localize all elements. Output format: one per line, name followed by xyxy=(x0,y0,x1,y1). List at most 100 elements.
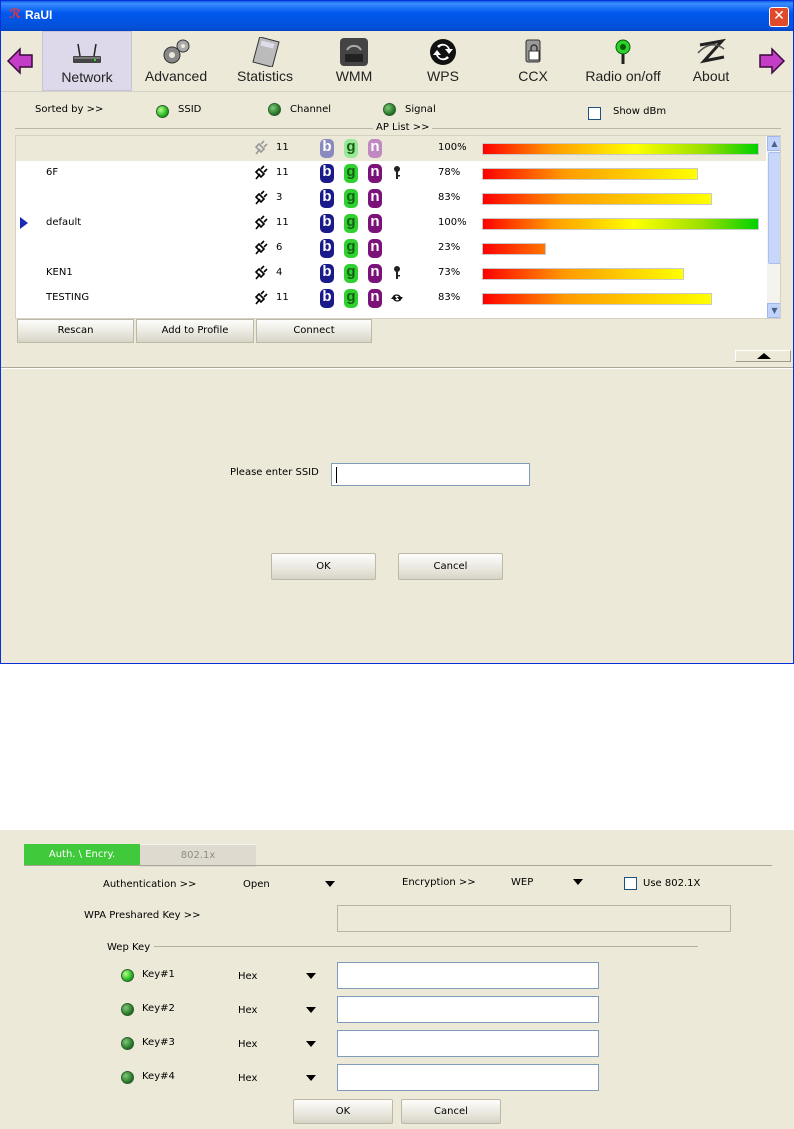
channel-plug-icon xyxy=(254,165,268,180)
ap-signal-bar xyxy=(482,243,546,255)
ap-signal-percent: 73% xyxy=(438,267,461,278)
toolbar-advanced[interactable]: Advanced xyxy=(132,31,220,91)
ap-channel: 11 xyxy=(276,142,289,153)
router-icon xyxy=(73,43,101,63)
wep-key-input[interactable] xyxy=(337,1030,599,1057)
collapse-button[interactable] xyxy=(735,350,791,362)
ok-button[interactable]: OK xyxy=(271,553,376,580)
rescan-button[interactable]: Rescan xyxy=(17,319,134,343)
use-8021x-checkbox[interactable] xyxy=(624,877,637,890)
ap-signal-percent: 100% xyxy=(438,217,467,228)
ssid-entry-label: Please enter SSID xyxy=(230,467,319,478)
authentication-dropdown-arrow-icon[interactable] xyxy=(325,881,335,887)
gears-icon xyxy=(163,39,190,64)
scroll-up-icon[interactable]: ▲ xyxy=(767,136,780,151)
wep-key-format-dropdown-arrow-icon[interactable] xyxy=(306,1041,316,1047)
wep-key-radio[interactable] xyxy=(121,1003,134,1016)
wep-key-input[interactable] xyxy=(337,1064,599,1091)
add-to-profile-button[interactable]: Add to Profile xyxy=(136,319,254,343)
mode-b-icon: b xyxy=(320,264,334,283)
close-button[interactable]: ✕ xyxy=(769,7,789,27)
mode-b-icon: b xyxy=(320,139,334,158)
toolbar-ccx[interactable]: CCX xyxy=(488,31,578,91)
toolbar-label: Statistics xyxy=(236,68,293,84)
wep-key-radio[interactable] xyxy=(121,969,134,982)
wps-icon xyxy=(430,39,456,65)
ap-ssid: default xyxy=(46,217,82,228)
toolbar-label: Radio on/off xyxy=(585,68,661,84)
sort-ssid-label: SSID xyxy=(178,104,202,115)
sort-signal-label: Signal xyxy=(405,104,436,115)
ap-row[interactable]: default 11 b g n 100% xyxy=(16,211,766,236)
toolbar-label: About xyxy=(692,68,730,84)
scroll-thumb[interactable] xyxy=(768,152,780,264)
wep-key-radio[interactable] xyxy=(121,1071,134,1084)
ssid-input[interactable] xyxy=(331,463,530,486)
ap-signal-bar xyxy=(482,193,712,205)
encryption-value[interactable]: WEP xyxy=(511,877,533,888)
ap-channel: 4 xyxy=(276,267,283,278)
wep-key-format-dropdown-arrow-icon[interactable] xyxy=(306,973,316,979)
ap-row[interactable]: TESTING 11 b g n 83% xyxy=(16,286,766,311)
sort-ssid-radio[interactable] xyxy=(156,105,169,118)
ap-row[interactable]: 6F 11 b g n 78% xyxy=(16,161,766,186)
wep-key-format-dropdown-arrow-icon[interactable] xyxy=(306,1075,316,1081)
divider xyxy=(1,368,793,369)
forward-arrow-icon[interactable] xyxy=(758,47,786,75)
title-bar[interactable]: ℛ RaUI ✕ xyxy=(1,1,793,31)
ap-row[interactable]: 11 b g n 100% xyxy=(16,136,766,161)
key-lock-icon xyxy=(394,266,400,279)
toolbar-statistics[interactable]: Statistics xyxy=(220,31,310,91)
channel-plug-icon xyxy=(254,240,268,255)
toolbar-label: Network xyxy=(61,69,113,85)
scroll-down-icon[interactable]: ▼ xyxy=(767,303,780,318)
encryption-dropdown-arrow-icon[interactable] xyxy=(573,879,583,885)
ap-list-scrollbar[interactable]: ▲ ▼ xyxy=(767,136,780,318)
wep-key-format-dropdown-arrow-icon[interactable] xyxy=(306,1007,316,1013)
mode-g-icon: g xyxy=(344,214,358,233)
mode-b-icon: b xyxy=(320,189,334,208)
ap-row[interactable]: 3 b g n 83% xyxy=(16,186,766,211)
ap-list-label: AP List >> xyxy=(373,122,433,133)
toolbar-radio-onoff[interactable]: Radio on/off xyxy=(578,31,668,91)
sort-signal-radio[interactable] xyxy=(383,103,396,116)
wep-key-format[interactable]: Hex xyxy=(238,1005,257,1016)
back-arrow-icon[interactable] xyxy=(6,47,34,75)
qos-icon xyxy=(340,38,368,66)
security-cancel-button[interactable]: Cancel xyxy=(401,1099,501,1124)
ap-channel: 3 xyxy=(276,192,283,203)
wep-key-label: Key#4 xyxy=(142,1071,175,1082)
tab-auth-encry[interactable]: Auth. \ Encry. xyxy=(24,844,140,866)
toolbar-label: WMM xyxy=(335,68,373,84)
wep-key-input[interactable] xyxy=(337,962,599,989)
sort-channel-radio[interactable] xyxy=(268,103,281,116)
security-ok-button[interactable]: OK xyxy=(293,1099,393,1124)
wep-key-format[interactable]: Hex xyxy=(238,971,257,982)
divider xyxy=(152,946,698,947)
mode-g-icon: g xyxy=(344,239,358,258)
wep-key-input[interactable] xyxy=(337,996,599,1023)
wpa-psk-input[interactable] xyxy=(337,905,731,932)
show-dbm-checkbox[interactable] xyxy=(588,107,601,120)
ap-signal-bar xyxy=(482,168,698,180)
channel-plug-icon xyxy=(254,265,268,280)
cancel-button[interactable]: Cancel xyxy=(398,553,503,580)
connect-button[interactable]: Connect xyxy=(256,319,372,343)
ap-row[interactable]: 6 b g n 23% xyxy=(16,236,766,261)
wep-key-format[interactable]: Hex xyxy=(238,1039,257,1050)
mode-b-icon: b xyxy=(320,289,334,308)
authentication-value[interactable]: Open xyxy=(243,879,270,890)
toolbar-network[interactable]: Network xyxy=(42,31,132,91)
wep-key-radio[interactable] xyxy=(121,1037,134,1050)
authentication-label: Authentication >> xyxy=(103,879,197,890)
ap-row[interactable]: KEN1 4 b g n 73% xyxy=(16,261,766,286)
ap-list[interactable]: 11 b g n 100% 6F 11 b g n 78% 3 b g n 83% default 11 b g n 10… xyxy=(15,135,781,319)
toolbar-about[interactable]: About xyxy=(668,31,754,91)
ap-signal-percent: 23% xyxy=(438,242,461,253)
toolbar-wps[interactable]: WPS xyxy=(398,31,488,91)
mode-n-icon: n xyxy=(368,189,382,208)
toolbar-wmm[interactable]: WMM xyxy=(310,31,398,91)
ap-ssid: TESTING xyxy=(46,292,90,303)
wep-key-format[interactable]: Hex xyxy=(238,1073,257,1084)
tab-8021x[interactable]: 802.1x xyxy=(140,844,256,867)
